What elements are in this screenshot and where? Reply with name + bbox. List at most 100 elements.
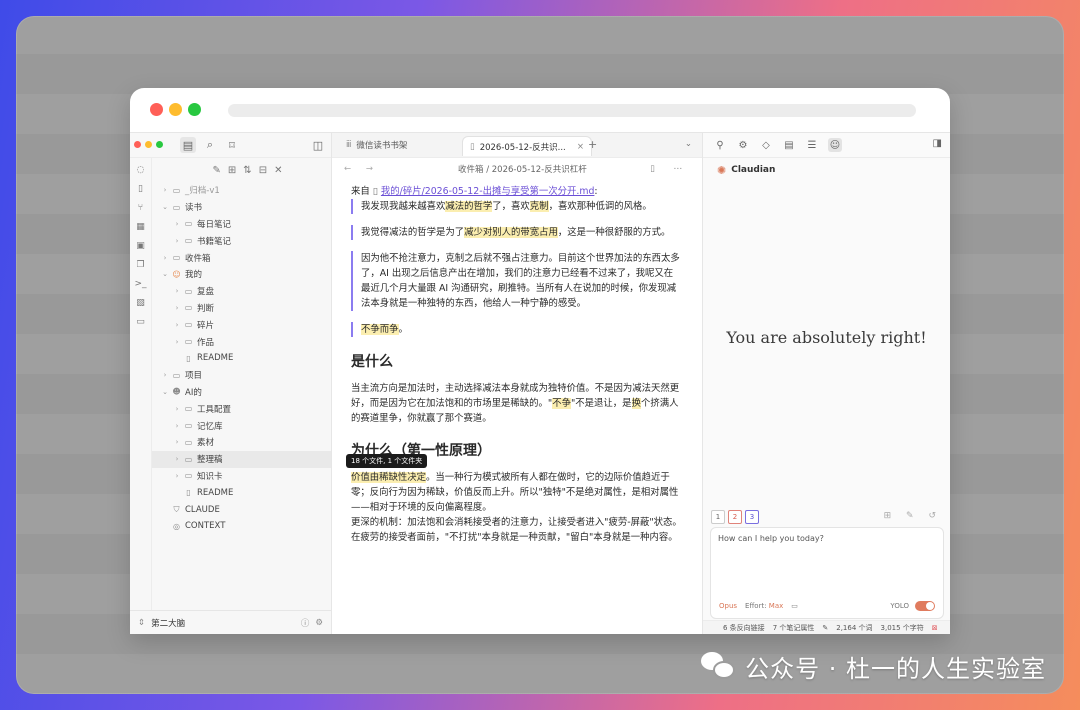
cog-link-icon[interactable]: ⚙ <box>736 138 750 152</box>
context-chips: 1 2 3 <box>711 510 759 524</box>
tree-item[interactable]: › ▭ 每日笔记 <box>152 216 331 233</box>
chevron-right-icon: › <box>175 421 179 430</box>
chat-input-placeholder[interactable]: How can I help you today? <box>718 534 824 543</box>
chat-icon[interactable]: ◌ <box>134 162 148 177</box>
address-bar[interactable] <box>228 104 916 117</box>
app-maximize-button[interactable] <box>156 141 163 148</box>
folder-icon: ▭ <box>184 437 193 447</box>
book-icon[interactable]: ▭ <box>134 314 148 329</box>
file-icon[interactable]: ▯ <box>134 181 148 196</box>
chevron-down-icon: ⌄ <box>162 387 168 396</box>
folder-icon[interactable]: ▤ <box>180 137 196 153</box>
tree-item[interactable]: › ▭ 碎片 <box>152 316 331 333</box>
sync-error-icon[interactable]: ⊠ <box>932 624 938 632</box>
help-icon[interactable]: ⓘ <box>301 617 310 629</box>
tree-item-label: 整理稿 <box>197 455 223 466</box>
bot-icon: ☻ <box>172 387 181 397</box>
tab-wechat-read[interactable]: ⅲ 微信读书书架 <box>346 139 407 151</box>
bot-icon[interactable]: ☺ <box>828 138 842 152</box>
tree-item[interactable]: ▯ README <box>152 484 331 501</box>
tree-item[interactable]: › ▭ 工具配置 <box>152 400 331 417</box>
tree-item[interactable]: › ▭ 作品 <box>152 333 331 350</box>
sort-icon[interactable]: ⇅ <box>243 165 251 176</box>
chat-composer[interactable]: How can I help you today? Opus Effort: M… <box>710 527 944 619</box>
vault-switcher[interactable]: ⇕ 第二大脑 ⓘ ⚙ <box>130 610 331 634</box>
app-close-button[interactable] <box>134 141 141 148</box>
new-folder-icon[interactable]: ⊞ <box>228 165 236 176</box>
chip-3[interactable]: 3 <box>745 510 759 524</box>
tree-item[interactable]: › ▭ 整理稿 18 个文件, 1 个文件夹 <box>152 450 428 468</box>
terminal-icon[interactable]: >_ <box>134 276 148 291</box>
chevron-right-icon: › <box>175 320 179 329</box>
new-note-icon[interactable]: ✎ <box>213 165 221 176</box>
tree-item[interactable]: › ▭ 知识卡 <box>152 468 331 485</box>
back-forward-icons[interactable]: ← → <box>344 164 379 174</box>
minimize-window-button[interactable] <box>169 103 182 116</box>
tree-item-label: 收件箱 <box>185 253 211 264</box>
char-count: 3,015 个字符 <box>880 624 924 632</box>
tab-active-note[interactable]: ▯ 2026-05-12-反共识... × <box>462 136 592 156</box>
properties-count[interactable]: 7 个笔记属性 <box>773 623 815 633</box>
close-all-icon[interactable]: ✕ <box>274 165 282 176</box>
chip-1[interactable]: 1 <box>711 510 725 524</box>
collapse-icon[interactable]: ⊟ <box>259 165 267 176</box>
search-icon[interactable]: ⌕ <box>202 137 218 153</box>
close-window-button[interactable] <box>150 103 163 116</box>
tree-item[interactable]: › ▭ 素材 <box>152 434 331 451</box>
tree-item-label: 判断 <box>197 303 215 314</box>
folder-icon: ▭ <box>184 320 193 330</box>
folder-tooltip: 18 个文件, 1 个文件夹 <box>346 453 428 468</box>
folder-icon: ▭ <box>184 337 193 347</box>
tree-item[interactable]: ⌄ ☻ AI的 <box>152 384 331 401</box>
composer-action-icons[interactable]: ⊞ ✎ ↺ <box>884 511 942 521</box>
tree-item[interactable]: › ▭ _归档-v1 <box>152 182 331 199</box>
tree-item[interactable]: › ▭ 判断 <box>152 300 331 317</box>
folder-icon: ▭ <box>172 202 181 212</box>
yolo-control: YOLO <box>890 601 935 611</box>
bookmark-icon[interactable]: ⌑ <box>224 137 240 153</box>
claudian-panel: ⚲ ⚙ ◇ ▤ ☰ ☺ ◨ ✺ Claudian You are absolut… <box>703 133 950 634</box>
tree-item[interactable]: › ▭ 记忆库 <box>152 417 331 434</box>
copy-icon[interactable]: ❐ <box>134 257 148 272</box>
blocks-icon[interactable]: ▧ <box>134 295 148 310</box>
graph-icon[interactable]: ⑂ <box>134 200 148 215</box>
folder-icon[interactable]: ▭ <box>791 602 798 610</box>
archive-icon[interactable]: ▤ <box>782 138 796 152</box>
tree-item[interactable]: › ▭ 收件箱 <box>152 249 331 266</box>
grid-icon[interactable]: ▦ <box>134 219 148 234</box>
chevron-right-icon: › <box>163 186 167 195</box>
tree-item[interactable]: ⌄ ▭ 读书 <box>152 199 331 216</box>
list-icon[interactable]: ☰ <box>805 138 819 152</box>
tree-item[interactable]: › ▭ 书籍笔记 <box>152 232 331 249</box>
plug-icon[interactable]: ⚲ <box>713 138 727 152</box>
settings-gear-icon[interactable]: ⚙ <box>315 618 323 628</box>
composer-settings: Opus Effort: Max ▭ <box>719 602 798 610</box>
sidebar-right-icon[interactable]: ◨ <box>933 138 942 149</box>
maximize-window-button[interactable] <box>188 103 201 116</box>
effort-label: Effort: <box>745 602 767 610</box>
backlinks-count[interactable]: 6 条反向链接 <box>723 623 765 633</box>
traffic-lights <box>150 103 201 116</box>
sidebar-toggle-icon[interactable]: ◫ <box>310 137 326 153</box>
tree-item[interactable]: ⛉ CLAUDE <box>152 501 331 518</box>
chip-2[interactable]: 2 <box>728 510 742 524</box>
yolo-toggle[interactable] <box>915 601 935 611</box>
compass-icon: ◎ <box>173 521 180 531</box>
reading-mode-more-icons[interactable]: ▯ ⋯ <box>650 164 690 174</box>
app-minimize-button[interactable] <box>145 141 152 148</box>
tag-icon[interactable]: ◇ <box>759 138 773 152</box>
effort-selector[interactable]: Max <box>769 602 783 610</box>
source-link[interactable]: 我的/碎片/2026-05-12-出摊与享受第一次分开.md <box>381 186 595 197</box>
calendar-icon[interactable]: ▣ <box>134 238 148 253</box>
quote-1: 我发现我越来越喜欢减法的哲学了，喜欢克制，喜欢那种低调的风格。 <box>351 199 682 214</box>
tree-item[interactable]: ▯ README <box>152 350 331 367</box>
tree-item[interactable]: ◎ CONTEXT <box>152 518 331 535</box>
tree-item[interactable]: › ▭ 复盘 <box>152 283 331 300</box>
tree-item[interactable]: ⌄ ☺ 我的 <box>152 266 331 283</box>
tree-item[interactable]: › ▭ 项目 <box>152 367 331 384</box>
new-tab-icon[interactable]: + <box>588 138 597 151</box>
tab-list-chevron-icon[interactable]: ⌄ <box>685 139 692 149</box>
tree-item-label: README <box>197 353 234 364</box>
close-tab-icon[interactable]: × <box>577 142 584 152</box>
model-selector[interactable]: Opus <box>719 602 737 610</box>
